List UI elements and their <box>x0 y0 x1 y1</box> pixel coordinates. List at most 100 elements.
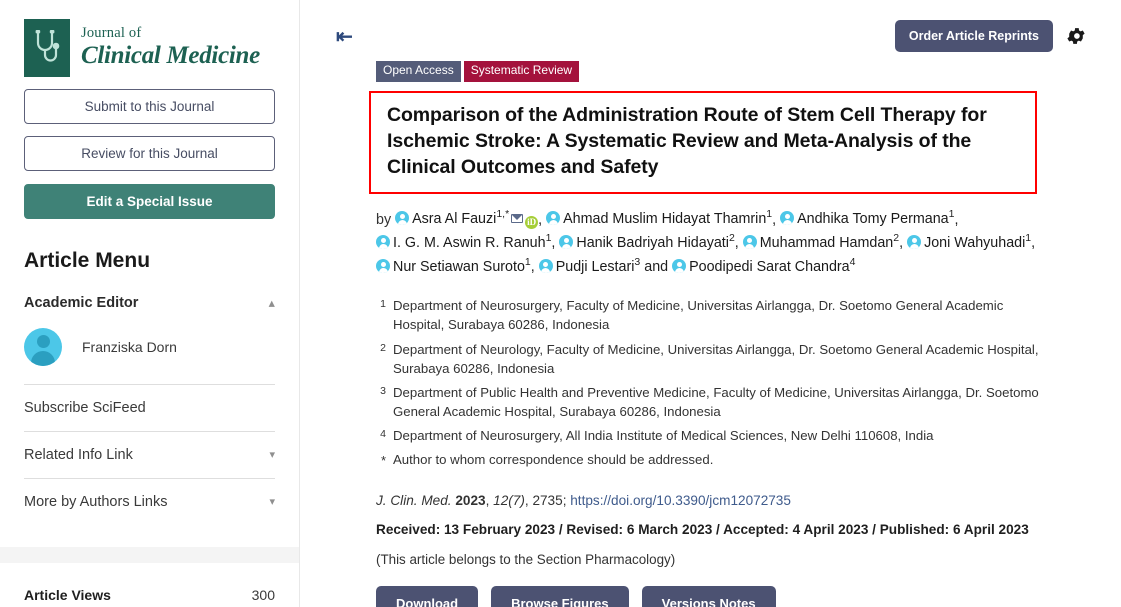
author-name[interactable]: Hanik Badriyah Hidayati <box>576 235 729 251</box>
article-menu-title: Article Menu <box>24 249 275 273</box>
affiliation-marker: 2 <box>376 340 386 378</box>
citation-volume-issue: 12(7) <box>493 493 525 508</box>
author-avatar-icon <box>907 235 921 249</box>
submit-to-journal-button[interactable]: Submit to this Journal <box>24 89 275 124</box>
article-badges: Open Access Systematic Review <box>376 61 1093 82</box>
author-avatar-icon <box>539 259 553 273</box>
author-name[interactable]: Muhammad Hamdan <box>760 235 894 251</box>
author-entry[interactable]: Pudji Lestari3 <box>539 259 641 275</box>
author-affiliation-marker: 1 <box>949 209 955 221</box>
author-name[interactable]: I. G. M. Aswin R. Ranuh <box>393 235 546 251</box>
doi-link[interactable]: https://doi.org/10.3390/jcm12072735 <box>570 493 791 508</box>
journal-logo[interactable]: Journal of Clinical Medicine <box>24 0 275 77</box>
author-entry[interactable]: Nur Setiawan Suroto1 <box>376 259 531 275</box>
author-avatar-icon <box>376 259 390 273</box>
sidebar-item-label: More by Authors Links <box>24 494 167 510</box>
email-icon[interactable] <box>511 214 523 223</box>
toolbar-actions: Order Article Reprints <box>895 20 1093 52</box>
status-badge-open-access[interactable]: Open Access <box>376 61 461 82</box>
chevron-up-icon[interactable]: ▾ <box>269 298 275 309</box>
author-name[interactable]: Pudji Lestari <box>556 259 635 275</box>
sidebar-item-label: Subscribe SciFeed <box>24 400 146 416</box>
affiliation-item: 4 Department of Neurosurgery, All India I… <box>376 426 1043 445</box>
article-dates: Received: 13 February 2023 / Revised: 6 … <box>376 522 1093 537</box>
sidebar-item-subscribe-scifeed[interactable]: Subscribe SciFeed <box>24 385 275 431</box>
affiliation-item: 3Department of Public Health and Prevent… <box>376 383 1043 421</box>
journal-logo-text: Journal of Clinical Medicine <box>81 26 260 70</box>
review-for-journal-button[interactable]: Review for this Journal <box>24 136 275 171</box>
affiliation-list: 1Department of Neurosurgery, Faculty of … <box>376 296 1043 471</box>
author-entry[interactable]: Asra Al Fauzi1,* iD <box>395 211 538 227</box>
academic-editor-label: Academic Editor <box>24 295 138 311</box>
journal-logo-line2: Clinical Medicine <box>81 43 260 68</box>
author-entry[interactable]: Ahmad Muslim Hidayat Thamrin1 <box>546 211 772 227</box>
author-entry[interactable]: Poodipedi Sarat Chandra4 <box>672 259 855 275</box>
author-name[interactable]: Asra Al Fauzi <box>412 211 496 227</box>
author-affiliation-marker: 1 <box>546 232 552 244</box>
author-name[interactable]: Joni Wahyuhadi <box>924 235 1025 251</box>
gear-icon[interactable] <box>1065 25 1087 47</box>
author-entry[interactable]: Muhammad Hamdan2 <box>743 235 899 251</box>
affiliation-text: Author to whom correspondence should be … <box>393 450 1043 471</box>
edit-special-issue-button[interactable]: Edit a Special Issue <box>24 184 275 219</box>
academic-editor-header[interactable]: Academic Editor ▾ <box>24 295 275 311</box>
chevron-down-icon[interactable]: ▾ <box>269 450 275 461</box>
author-affiliation-marker: 3 <box>634 256 640 268</box>
top-toolbar: ⇤ Order Article Reprints <box>324 0 1093 54</box>
chevron-down-icon[interactable]: ▾ <box>269 497 275 508</box>
author-avatar-icon <box>376 235 390 249</box>
sidebar-item-related-info-link[interactable]: Related Info Link ▾ <box>24 432 275 478</box>
status-badge-systematic-review[interactable]: Systematic Review <box>464 61 579 82</box>
affiliation-item: 1Department of Neurosurgery, Faculty of … <box>376 296 1043 334</box>
author-affiliation-marker: 1,* <box>496 209 509 221</box>
author-entry[interactable]: Hanik Badriyah Hidayati2 <box>559 235 734 251</box>
article-section-note: (This article belongs to the Section Pha… <box>376 552 1093 567</box>
affiliation-item: * Author to whom correspondence should be… <box>376 450 1043 471</box>
academic-editor-name: Franziska Dorn <box>82 339 177 355</box>
by-label: by <box>376 211 391 227</box>
author-avatar-icon <box>672 259 686 273</box>
academic-editor-entry[interactable]: Franziska Dorn <box>24 328 275 384</box>
browse-figures-button[interactable]: Browse Figures <box>491 586 629 607</box>
author-affiliation-marker: 2 <box>893 232 899 244</box>
sidebar-section-gap <box>0 547 299 563</box>
affiliation-text: Department of Neurosurgery, Faculty of M… <box>393 296 1043 334</box>
author-list: by Asra Al Fauzi1,*iD, Ahmad Muslim Hida… <box>376 207 1053 279</box>
main-content: ⇤ Order Article Reprints Open Access Sys… <box>300 0 1121 607</box>
affiliation-marker: * <box>376 450 386 471</box>
citation-line: J. Clin. Med. 2023, 12(7), 2735; https:/… <box>376 493 1093 508</box>
citation-journal: J. Clin. Med. <box>376 493 452 508</box>
affiliation-marker: 3 <box>376 383 386 421</box>
article-actions: Download Browse Figures Versions Notes <box>376 586 1093 607</box>
sidebar-item-more-by-authors-links[interactable]: More by Authors Links ▾ <box>24 479 275 525</box>
order-article-reprints-button[interactable]: Order Article Reprints <box>895 20 1053 52</box>
download-button[interactable]: Download <box>376 586 478 607</box>
author-avatar-icon <box>395 211 409 225</box>
citation-article-number: 2735 <box>532 493 562 508</box>
article-views-row: Article Views 300 <box>24 563 275 607</box>
author-avatar-icon <box>546 211 560 225</box>
affiliation-item: 2Department of Neurology, Faculty of Med… <box>376 340 1043 378</box>
orcid-icon[interactable]: iD <box>525 216 538 229</box>
author-affiliation-marker: 1 <box>1025 232 1031 244</box>
affiliation-marker: 1 <box>376 296 386 334</box>
affiliation-text: Department of Neurology, Faculty of Medi… <box>393 340 1043 378</box>
article-page: Journal of Clinical Medicine Submit to t… <box>0 0 1121 607</box>
affiliation-text: Department of Neurosurgery, All India In… <box>393 426 1043 445</box>
author-avatar-icon <box>559 235 573 249</box>
affiliation-text: Department of Public Health and Preventi… <box>393 383 1043 421</box>
collapse-panel-icon[interactable]: ⇤ <box>336 27 352 47</box>
author-name[interactable]: Poodipedi Sarat Chandra <box>689 259 850 275</box>
article-views-label: Article Views <box>24 587 111 603</box>
author-entry[interactable]: Joni Wahyuhadi1 <box>907 235 1031 251</box>
author-affiliation-marker: 4 <box>850 256 856 268</box>
author-name[interactable]: Nur Setiawan Suroto <box>393 259 525 275</box>
author-name[interactable]: Andhika Tomy Permana <box>797 211 949 227</box>
author-avatar-icon <box>743 235 757 249</box>
author-entry[interactable]: I. G. M. Aswin R. Ranuh1 <box>376 235 551 251</box>
author-avatar-icon <box>780 211 794 225</box>
affiliation-marker: 4 <box>376 426 386 445</box>
author-name[interactable]: Ahmad Muslim Hidayat Thamrin <box>563 211 766 227</box>
versions-notes-button[interactable]: Versions Notes <box>642 586 776 607</box>
author-entry[interactable]: Andhika Tomy Permana1 <box>780 211 954 227</box>
